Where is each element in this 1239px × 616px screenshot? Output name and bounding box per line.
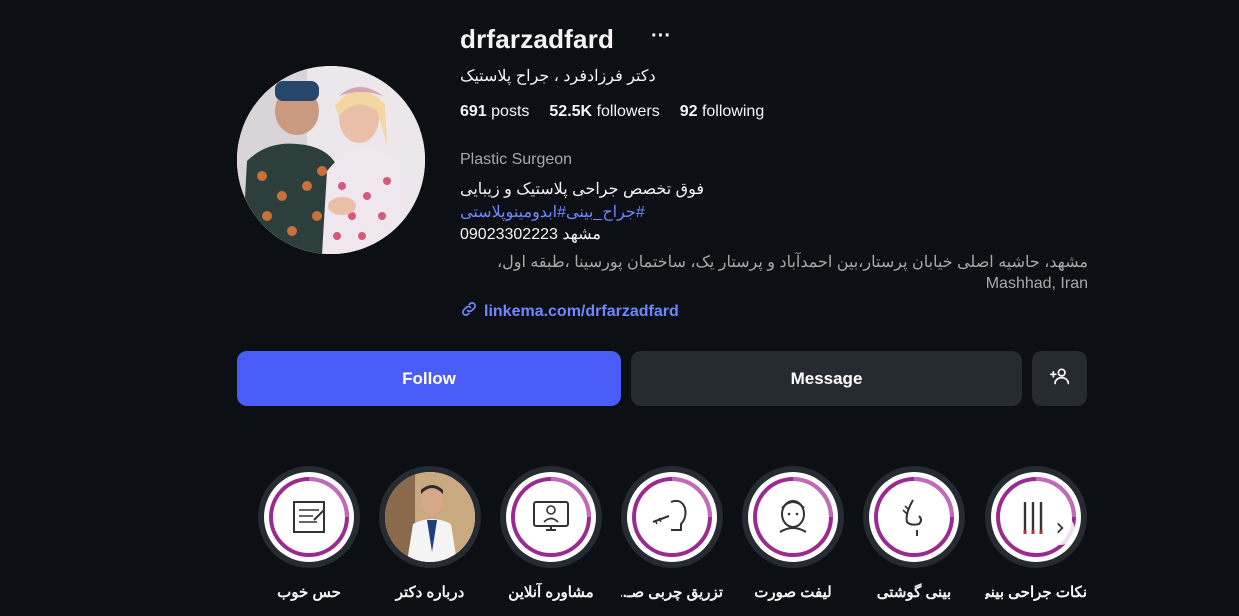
highlight-item[interactable]: حس خوب bbox=[258, 466, 360, 601]
address-city: Mashhad, Iran bbox=[985, 275, 1088, 292]
face-lift-icon bbox=[753, 477, 833, 557]
highlight-item[interactable]: لیفت صورت bbox=[742, 466, 844, 601]
profile-avatar[interactable] bbox=[237, 66, 425, 254]
link-icon bbox=[460, 300, 478, 323]
highlight-item[interactable]: تزریق چربی صـ... bbox=[621, 466, 723, 601]
bio-line: فوق تخصص جراحی پلاستیک و زیبایی bbox=[460, 181, 704, 198]
highlight-ring bbox=[258, 466, 360, 568]
highlight-ring bbox=[500, 466, 602, 568]
follow-button[interactable]: Follow bbox=[237, 351, 621, 406]
highlight-ring bbox=[379, 466, 481, 568]
online-consult-icon bbox=[511, 477, 591, 557]
highlight-label: مشاوره آنلاین bbox=[508, 584, 594, 601]
highlight-ring bbox=[742, 466, 844, 568]
highlights-next-button[interactable] bbox=[1045, 515, 1075, 545]
highlight-item[interactable]: درباره دکتر bbox=[379, 466, 481, 601]
address-line: مشهد، حاشیه اصلی خیابان پرستار،بین احمدآ… bbox=[496, 254, 1088, 271]
person-add-icon bbox=[1049, 366, 1070, 391]
following-count: 92 bbox=[679, 103, 698, 120]
highlight-cover bbox=[627, 472, 717, 562]
highlight-cover bbox=[506, 472, 596, 562]
bio-phone: مشهد 09023302223 bbox=[460, 226, 601, 243]
highlight-cover bbox=[264, 472, 354, 562]
highlight-ring bbox=[621, 466, 723, 568]
doctor-photo bbox=[385, 472, 475, 562]
profile-address: مشهد، حاشیه اصلی خیابان پرستار،بین احمدآ… bbox=[460, 252, 1088, 294]
profile-category: Plastic Surgeon bbox=[460, 151, 573, 168]
message-button[interactable]: Message bbox=[631, 351, 1022, 406]
fat-injection-icon bbox=[632, 477, 712, 557]
nose-icon bbox=[874, 477, 954, 557]
highlight-cover bbox=[385, 472, 475, 562]
more-options-icon[interactable]: ··· bbox=[651, 25, 671, 48]
link-text: linkema.com/drfarzadfard bbox=[484, 302, 679, 320]
highlight-ring bbox=[863, 466, 965, 568]
profile-full-name: دکتر فرزادفرد ، جراح پلاستیک bbox=[460, 68, 656, 85]
followers-count: 52.5K bbox=[549, 103, 593, 120]
certificate-icon bbox=[269, 477, 349, 557]
following-stat[interactable]: 92 following bbox=[680, 103, 765, 121]
profile-stats: 691 posts 52.5K followers 92 following bbox=[460, 103, 764, 121]
highlight-item[interactable]: مشاوره آنلاین bbox=[500, 466, 602, 601]
posts-label: posts bbox=[491, 103, 530, 120]
highlight-label: نکات جراحی بینی bbox=[985, 584, 1087, 601]
profile-link[interactable]: linkema.com/drfarzadfard bbox=[460, 300, 679, 323]
posts-count: 691 bbox=[460, 103, 487, 120]
highlight-cover bbox=[748, 472, 838, 562]
highlight-label: لیفت صورت bbox=[754, 584, 832, 601]
chevron-right-icon bbox=[1053, 521, 1067, 540]
suggest-users-button[interactable] bbox=[1032, 351, 1087, 406]
highlight-label: بینی گوشتی bbox=[876, 584, 952, 601]
posts-stat: 691 posts bbox=[460, 103, 529, 121]
followers-stat[interactable]: 52.5K followers bbox=[549, 103, 659, 121]
highlight-label: تزریق چربی صـ... bbox=[621, 584, 723, 601]
following-label: following bbox=[701, 103, 765, 120]
highlight-cover bbox=[869, 472, 959, 562]
highlight-item[interactable]: بینی گوشتی bbox=[863, 466, 965, 601]
bio-hashtags[interactable]: #جراح_بینی#ابدومینوپلاستی bbox=[460, 202, 645, 222]
followers-label: followers bbox=[596, 103, 660, 120]
highlight-ring bbox=[985, 466, 1087, 568]
profile-username: drfarzadfard bbox=[460, 24, 615, 54]
highlight-label: حس خوب bbox=[277, 584, 341, 601]
highlight-label: درباره دکتر bbox=[395, 584, 465, 601]
